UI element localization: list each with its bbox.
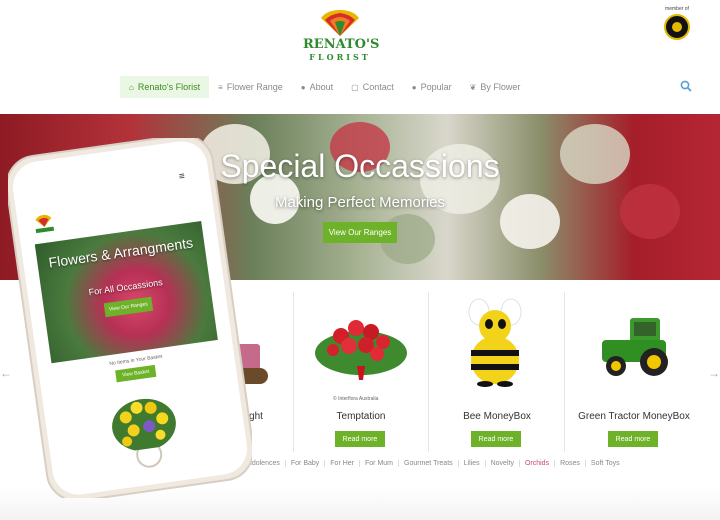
product-name[interactable]: Bee MoneyBox <box>429 411 565 422</box>
view-our-ranges-button[interactable]: View Our Ranges <box>323 222 397 243</box>
nav-item-popular[interactable]: ● Popular <box>403 76 461 98</box>
leaf-icon: ❦ <box>469 82 477 92</box>
hamburger-menu-icon[interactable]: ≡ <box>178 171 185 183</box>
member-of-label: member of <box>665 6 689 12</box>
nav-item-by-flower[interactable]: ❦ By Flower <box>461 76 530 98</box>
users-icon: ● <box>300 82 306 92</box>
read-more-button[interactable]: Read more <box>608 431 658 447</box>
main-nav: ⌂ Renato's Florist ≡ Flower Range ● Abou… <box>120 76 529 98</box>
rose-bouquet-icon <box>315 320 407 380</box>
contact-icon: ▢ <box>351 82 359 92</box>
renatos-florist-logo[interactable]: RENATO'S FLORIST <box>303 8 380 64</box>
read-more-button[interactable]: Read more <box>335 431 385 447</box>
nav-item-contact[interactable]: ▢ Contact <box>342 76 403 98</box>
nav-label: By Flower <box>480 82 521 92</box>
product-name[interactable]: Temptation <box>293 411 429 422</box>
member-badge-icon[interactable] <box>664 14 690 40</box>
person-icon: ● <box>411 82 417 92</box>
phone-mockup: ≡ Flowers & Arrangments For All Occassio… <box>8 138 252 498</box>
category-link[interactable]: For Baby <box>284 460 324 467</box>
product-card[interactable]: Green Tractor MoneyBox Read more <box>566 292 702 452</box>
flower-logo-icon <box>321 10 359 36</box>
mobile-logo-icon[interactable] <box>33 214 55 235</box>
nav-label: Renato's Florist <box>137 82 201 92</box>
search-icon[interactable] <box>680 80 692 92</box>
product-divider <box>564 292 565 452</box>
product-card[interactable]: © Interflora Australia Temptation Read m… <box>293 292 429 452</box>
category-link[interactable]: Roses <box>554 460 585 467</box>
nav-item-about[interactable]: ● About <box>292 76 342 98</box>
nav-item-flower-range[interactable]: ≡ Flower Range <box>209 76 292 98</box>
category-link[interactable]: For Her <box>324 460 359 467</box>
nav-label: Flower Range <box>226 82 283 92</box>
list-icon: ≡ <box>218 82 223 92</box>
category-link[interactable]: Orchids <box>518 460 554 467</box>
category-link[interactable]: Soft Toys <box>584 460 625 467</box>
view-basket-button[interactable]: View Basket <box>115 364 157 383</box>
category-link[interactable]: Gourmet Treats <box>398 460 458 467</box>
carousel-next-arrow-icon[interactable]: → <box>708 366 720 380</box>
category-link[interactable]: Lilies <box>457 460 485 467</box>
product-image[interactable] <box>584 298 684 388</box>
nav-item-home[interactable]: ⌂ Renato's Florist <box>120 76 210 98</box>
product-card[interactable]: Bee MoneyBox Read more <box>429 292 565 452</box>
product-credit: © Interflora Australia <box>333 396 379 402</box>
product-image[interactable] <box>447 298 547 388</box>
nav-label: About <box>309 82 334 92</box>
category-links: Condolences For Baby For Her For Mum Gou… <box>234 460 625 467</box>
product-name[interactable]: Green Tractor MoneyBox <box>566 411 702 422</box>
home-icon: ⌂ <box>129 82 134 92</box>
logo-wordmark: RENATO'S <box>303 37 380 52</box>
read-more-button[interactable]: Read more <box>471 431 521 447</box>
logo-subtitle: FLORIST <box>309 52 371 62</box>
category-link[interactable]: For Mum <box>359 460 398 467</box>
bee-moneybox-icon <box>468 298 522 387</box>
nav-label: Contact <box>362 82 394 92</box>
product-image[interactable] <box>311 298 411 388</box>
nav-label: Popular <box>420 82 452 92</box>
category-link[interactable]: Novelty <box>484 460 519 467</box>
green-tractor-icon <box>602 318 668 376</box>
